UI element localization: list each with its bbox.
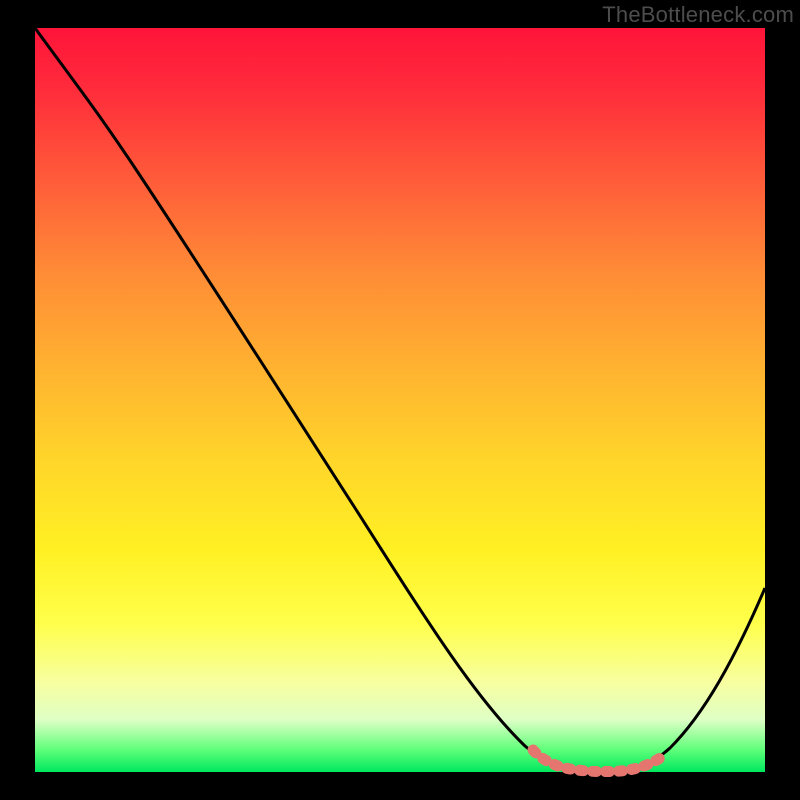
plot-area (35, 28, 765, 772)
optimal-band-marker (533, 750, 663, 772)
chart-frame: TheBottleneck.com (0, 0, 800, 800)
watermark-text: TheBottleneck.com (602, 2, 794, 28)
curve-svg (35, 28, 765, 772)
bottleneck-curve-line (35, 28, 765, 771)
